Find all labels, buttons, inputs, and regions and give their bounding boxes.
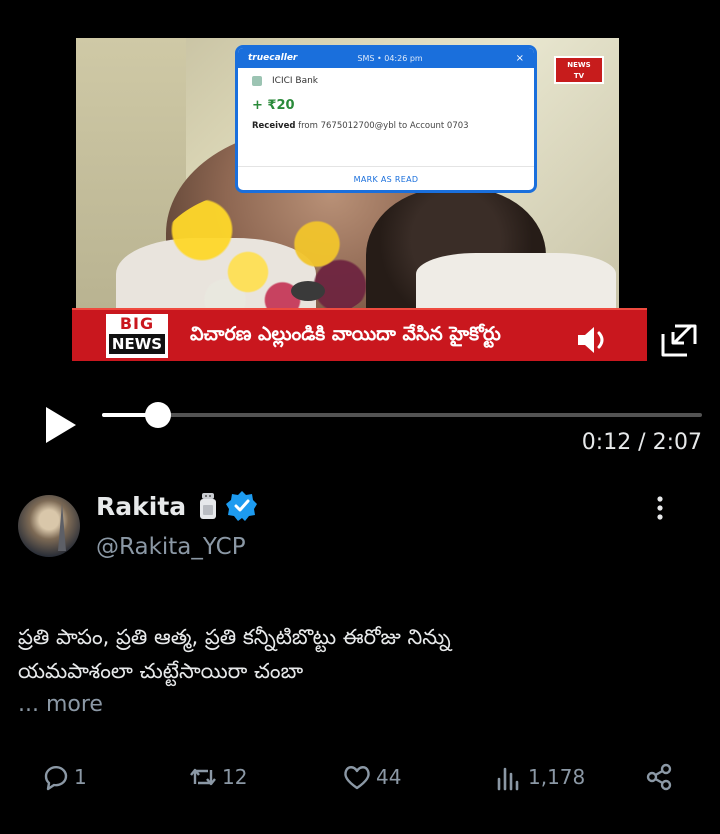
microphone (291, 281, 325, 301)
big-news-badge-top: BIG (119, 314, 155, 333)
volume-icon[interactable] (575, 323, 613, 357)
notification-body-prefix: Received (252, 121, 296, 131)
like-icon (344, 766, 370, 790)
channel-logo: NEWS TV (554, 56, 604, 84)
repost-count: 12 (222, 765, 248, 789)
sms-notification-overlay: truecaller SMS • 04:26 pm × ICICI Bank +… (235, 45, 537, 193)
close-icon: × (515, 52, 524, 64)
video-person-right-shirt (416, 253, 616, 308)
notification-app-name: truecaller (248, 53, 298, 63)
repost-icon (190, 768, 216, 786)
reply-button[interactable]: 1 (40, 762, 87, 792)
post-text-line-2: యమపాశంలా చుట్టేసాయిరా చంబా (18, 659, 304, 683)
bank-name: ICICI Bank (272, 76, 318, 86)
salt-shaker-icon (200, 493, 217, 519)
post-text-line-1: ప్రతి పాపం, ప్రతి ఆత్మ, ప్రతి కన్నీటిబొట… (18, 625, 451, 649)
show-more-link[interactable]: ... more (18, 692, 103, 717)
reply-icon (44, 765, 68, 791)
news-ticker: BIG NEWS విచారణ ఎల్లుండికి వాయిదా వేసిన … (72, 308, 647, 361)
like-count: 44 (376, 765, 402, 789)
post-actions: 1 12 44 1,178 (0, 756, 720, 800)
author-name[interactable]: Rakita (96, 492, 186, 521)
video-frame[interactable]: NEWS TV truecaller SMS • 04:26 pm × ICIC… (76, 38, 619, 308)
post-text: ప్రతి పాపం, ప్రతి ఆత్మ, ప్రతి కన్నీటిబొట… (18, 620, 698, 688)
author-handle[interactable]: @Rakita_YCP (96, 534, 246, 560)
more-options-icon[interactable] (650, 494, 670, 522)
big-news-badge-bottom: NEWS (109, 334, 165, 354)
avatar[interactable] (18, 495, 80, 557)
repost-button[interactable]: 12 (188, 762, 247, 792)
play-icon[interactable] (44, 405, 78, 445)
notification-header: truecaller SMS • 04:26 pm × (238, 48, 534, 68)
reply-count: 1 (74, 765, 87, 789)
ticker-headline: విచారణ ఎల్లుండికి వాయిదా వేసిన హైకోర్టు (190, 323, 501, 345)
notification-time: SMS • 04:26 pm (357, 53, 423, 63)
channel-logo-text: NEWS TV (567, 61, 591, 80)
notification-body-rest: from 7675012700@ybl to Account 0703 (298, 121, 469, 131)
views-icon (497, 767, 519, 791)
views-button[interactable]: 1,178 (494, 762, 585, 792)
author-row[interactable]: Rakita (96, 490, 258, 522)
views-count: 1,178 (528, 765, 586, 789)
progress-scrubber[interactable] (145, 402, 172, 428)
bank-icon (252, 76, 262, 86)
notification-amount: + ₹20 (252, 98, 295, 113)
avatar-tower-shape (58, 503, 66, 551)
verified-icon[interactable] (226, 490, 258, 522)
big-news-badge: BIG NEWS (106, 314, 168, 358)
expand-icon[interactable] (659, 322, 699, 358)
share-button[interactable] (644, 762, 678, 792)
notification-body: Received from 7675012700@ybl to Account … (238, 113, 534, 131)
mark-as-read-button: MARK AS READ (238, 166, 534, 190)
video-progress-bar[interactable] (102, 402, 702, 428)
video-time: 0:12 / 2:07 (581, 430, 702, 455)
like-button[interactable]: 44 (342, 762, 401, 792)
share-icon (646, 763, 672, 791)
notification-sender: ICICI Bank (238, 68, 534, 86)
